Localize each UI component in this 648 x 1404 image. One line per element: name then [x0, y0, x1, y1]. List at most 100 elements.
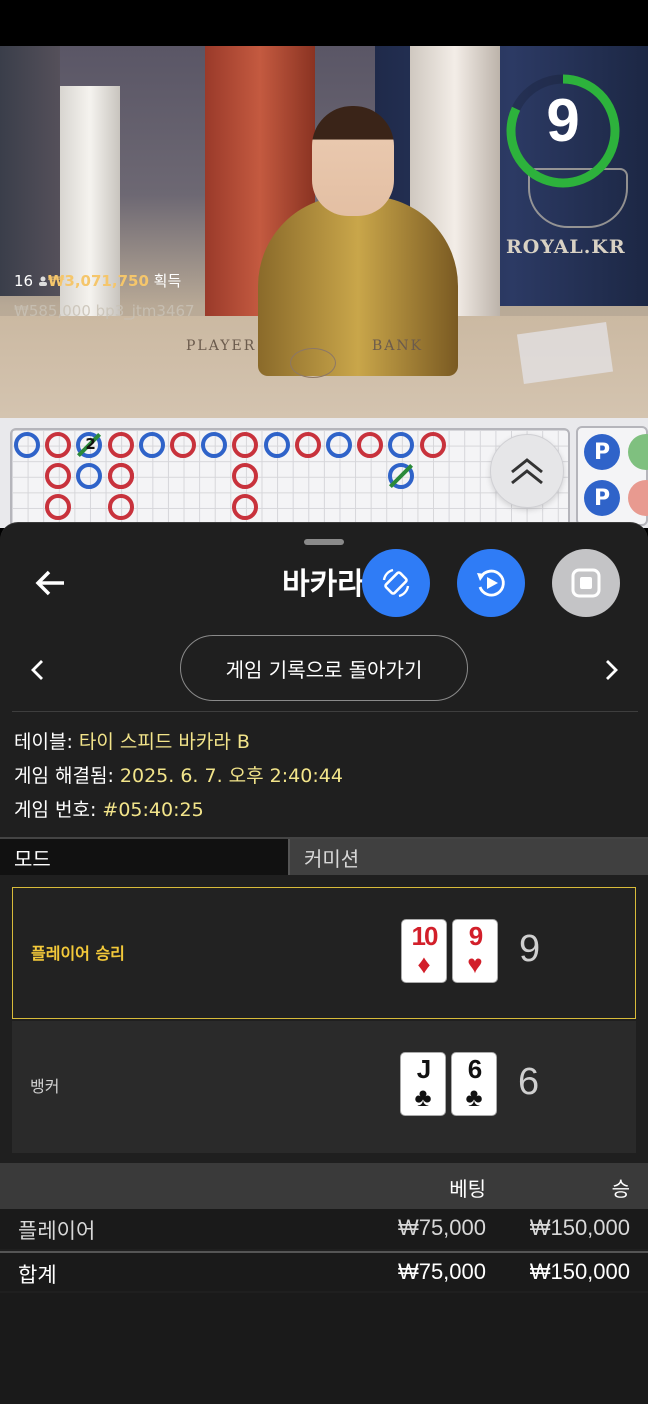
- card-rank: J: [416, 1054, 431, 1084]
- win-amount: ₩150,000: [529, 1215, 630, 1240]
- expand-roadmap-button[interactable]: [490, 434, 564, 508]
- stop-button[interactable]: [552, 549, 620, 617]
- card-rank: 10: [411, 921, 439, 951]
- bets-table-header: 베팅 승: [0, 1163, 648, 1209]
- table-label: 테이블:: [14, 731, 73, 753]
- table-print-banker: BANK: [372, 338, 424, 354]
- double-chevron-up-icon: [511, 458, 543, 485]
- card-rank: 9: [468, 921, 483, 951]
- back-to-history-button[interactable]: 게임 기록으로 돌아가기: [180, 635, 468, 701]
- divider: [12, 711, 638, 712]
- road-bead: [107, 494, 134, 521]
- playing-card: 6 ♣: [452, 1053, 496, 1115]
- arrow-left-icon: [35, 570, 64, 596]
- player-result: 플레이어 승리 10 ♦ 9 ♥ 9: [12, 887, 636, 1019]
- tie-count-label: 2: [85, 435, 96, 453]
- table-value: 타이 스피드 바카라 B: [78, 731, 250, 753]
- table-logo: [290, 348, 336, 378]
- table-print-player: PLAYER: [186, 338, 257, 354]
- tab-mode[interactable]: 모드: [0, 839, 288, 875]
- road-map: 2 P P: [0, 418, 648, 528]
- total-row: 합계 ₩75,000 ₩150,000: [0, 1251, 648, 1291]
- banker-score: 6: [518, 1061, 540, 1103]
- brand-watermark: ROYAL.KR: [506, 236, 626, 258]
- banker-prediction-badge[interactable]: [628, 480, 648, 516]
- player-prediction-badge-2[interactable]: P: [584, 480, 620, 516]
- bet-amount: ₩75,000: [397, 1215, 486, 1240]
- road-bead: [294, 432, 321, 458]
- total-win: ₩150,000: [529, 1259, 630, 1284]
- rotate-screen-button[interactable]: [362, 549, 430, 617]
- player-prediction-badge[interactable]: P: [584, 434, 620, 470]
- road-bead: [138, 432, 165, 458]
- sheet-drag-handle[interactable]: [304, 539, 344, 545]
- road-bead: [107, 463, 134, 490]
- banker-result: 뱅커 J ♣ 6 ♣ 6: [12, 1021, 636, 1153]
- road-bead: [45, 432, 72, 458]
- username: bp3_jtm3467: [95, 302, 195, 320]
- sheet-title: 바카라: [282, 567, 365, 602]
- player-count: 16: [14, 272, 34, 290]
- column-win: 승: [611, 1177, 630, 1201]
- road-bead: [76, 463, 103, 490]
- winner-overlay: 16 ₩3,071,750 획득 ₩585,000 bp3_jtm3467: [14, 266, 195, 326]
- bet-type: 플레이어: [18, 1219, 96, 1243]
- road-bead: [388, 432, 415, 458]
- prediction-panel: P P: [576, 426, 648, 526]
- road-bead: [419, 432, 446, 458]
- club-icon: ♣: [465, 1082, 483, 1112]
- bet-amount: ₩585,000: [14, 302, 91, 320]
- tab-commission[interactable]: 커미션: [288, 839, 648, 875]
- chevron-left-icon: [31, 660, 43, 680]
- playing-card: J ♣: [401, 1053, 445, 1115]
- chevron-right-icon: [606, 660, 618, 680]
- road-bead: [232, 494, 259, 521]
- sheet-bottom: [0, 1293, 648, 1404]
- road-bead: [45, 463, 72, 490]
- club-icon: ♣: [414, 1082, 432, 1112]
- road-bead: [201, 432, 228, 458]
- road-bead: [232, 432, 259, 458]
- column-bet: 베팅: [449, 1177, 486, 1201]
- road-bead: [170, 432, 196, 458]
- backdrop-curtain: [0, 46, 60, 296]
- rotate-icon: [382, 568, 410, 598]
- game-history-sheet: 바카라 게임 기록으로 돌아가기 테이블: 타이 스피드 바카라 B 게임 해결…: [0, 522, 648, 1404]
- resolved-value: 2025. 6. 7. 오후 2:40:44: [119, 765, 343, 787]
- tie-prediction-badge[interactable]: [628, 434, 648, 470]
- road-bead: [14, 432, 40, 458]
- road-bead: [232, 463, 259, 490]
- bead-road-grid: 2: [10, 428, 570, 528]
- previous-game-button[interactable]: [22, 655, 52, 685]
- diamond-icon: ♦: [417, 949, 431, 979]
- next-game-button[interactable]: [597, 655, 627, 685]
- total-bet: ₩75,000: [397, 1259, 486, 1284]
- road-bead: [107, 432, 134, 458]
- game-number-value: #05:40:25: [102, 799, 204, 821]
- player-result-label: 플레이어 승리: [31, 944, 125, 963]
- person-icon: [38, 266, 48, 296]
- win-amount: ₩3,071,750: [47, 272, 149, 290]
- stop-icon: [571, 568, 601, 598]
- table-row: 플레이어 ₩75,000 ₩150,000: [0, 1209, 648, 1249]
- road-bead: [326, 432, 352, 458]
- player-score: 9: [519, 928, 541, 970]
- road-bead: [357, 432, 384, 458]
- road-bead: [263, 432, 290, 458]
- game-meta: 테이블: 타이 스피드 바카라 B 게임 해결됨: 2025. 6. 7. 오후…: [14, 725, 343, 827]
- playing-card: 10 ♦: [402, 920, 446, 982]
- playing-card: 9 ♥: [453, 920, 497, 982]
- game-number-label: 게임 번호:: [14, 799, 97, 821]
- back-button[interactable]: [30, 563, 70, 603]
- total-label: 합계: [18, 1263, 57, 1287]
- resolved-label: 게임 해결됨:: [14, 765, 114, 787]
- card-rank: 6: [467, 1054, 482, 1084]
- history-nav: 게임 기록으로 돌아가기: [0, 635, 648, 703]
- heart-icon: ♥: [467, 949, 483, 979]
- replay-button[interactable]: [457, 549, 525, 617]
- dealer-head: [312, 106, 394, 216]
- dealer: [258, 196, 458, 376]
- mode-tabs: 모드 커미션: [0, 837, 648, 875]
- win-suffix: 획득: [153, 272, 182, 290]
- replay-icon: [477, 569, 505, 597]
